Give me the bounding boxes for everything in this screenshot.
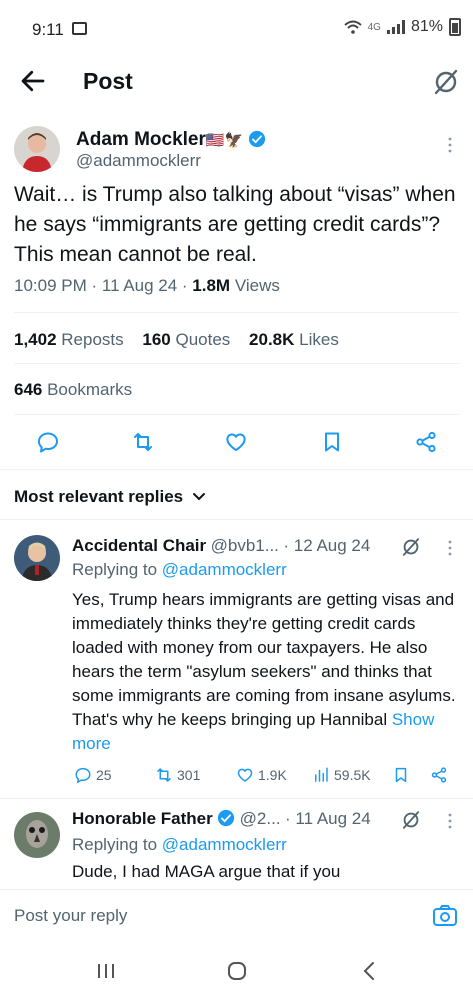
network-label: 4G <box>367 21 381 33</box>
reply-icon[interactable] <box>36 430 60 454</box>
gallery-notification-icon <box>72 22 87 35</box>
likes-stat[interactable]: 20.8K Likes <box>249 330 339 349</box>
reply-views-stat[interactable]: 59.5K <box>312 766 371 784</box>
grok-icon[interactable] <box>401 810 421 830</box>
post-time: 10:09 PM · 11 Aug 24 · <box>14 276 193 295</box>
reply-author-handle[interactable]: @2... <box>240 809 281 828</box>
author-flags: 🇺🇸🦅 <box>205 132 244 149</box>
home-icon[interactable] <box>227 961 247 981</box>
quotes-stat[interactable]: 160 Quotes <box>142 330 230 349</box>
back-nav-icon[interactable] <box>362 961 376 981</box>
bookmarks-stat[interactable]: 646 Bookmarks <box>14 380 132 400</box>
signal-icon <box>386 20 405 34</box>
status-right: 4G 81% <box>343 18 461 36</box>
reply-replies-count: 25 <box>96 767 112 783</box>
reply-author-handle[interactable]: @bvb1... <box>211 536 279 555</box>
replying-to-prefix: Replying to <box>72 560 162 579</box>
reply-likes-stat[interactable]: 1.9K <box>236 766 287 784</box>
more-icon[interactable] <box>445 813 455 829</box>
reply-text: Yes, Trump hears immigrants are getting … <box>72 588 462 756</box>
post-views-count: 1.8M <box>192 276 231 295</box>
more-icon[interactable] <box>445 540 455 556</box>
more-icon[interactable] <box>445 137 455 153</box>
camera-icon[interactable] <box>432 904 458 928</box>
reply-item[interactable]: Honorable Father @2... · 11 Aug 24 Reply… <box>0 799 473 888</box>
replies-sort-label: Most relevant replies <box>14 487 184 506</box>
post-views-label: Views <box>230 276 280 295</box>
back-arrow-icon[interactable] <box>18 66 48 96</box>
reply-icon <box>75 767 91 784</box>
repost-icon[interactable] <box>131 430 155 454</box>
system-nav-bar <box>0 944 473 1000</box>
reply-likes-count: 1.9K <box>258 767 287 783</box>
reply-item[interactable]: Accidental Chair @bvb1... · 12 Aug 24 Re… <box>0 520 473 798</box>
reply-views-count: 59.5K <box>334 767 371 783</box>
bookmarks-count: 646 <box>14 380 43 399</box>
reply-context: Replying to @adammocklerr <box>72 560 287 580</box>
replying-to-handle[interactable]: @adammocklerr <box>162 560 287 579</box>
bookmarks-label: Bookmarks <box>42 380 133 399</box>
author-handle[interactable]: @adammocklerr <box>76 151 201 171</box>
reply-date: · 11 Aug 24 <box>285 809 371 828</box>
quotes-label: Quotes <box>170 330 231 349</box>
post-action-bar <box>0 418 473 466</box>
replying-to-handle[interactable]: @adammocklerr <box>162 835 287 854</box>
divider <box>14 363 459 364</box>
reply-reposts-count: 301 <box>177 767 201 783</box>
post-text: Wait… is Trump also talking about “visas… <box>14 183 456 266</box>
reply-replies-stat[interactable]: 25 <box>74 766 112 784</box>
verified-badge-icon <box>248 130 265 148</box>
reply-text: Dude, I had MAGA argue that if you <box>72 862 341 881</box>
reply-text-body: Yes, Trump hears immigrants are getting … <box>72 590 456 729</box>
replying-to-prefix: Replying to <box>72 835 162 854</box>
battery-percent: 81% <box>410 18 443 35</box>
reply-composer[interactable]: Post your reply <box>0 889 473 942</box>
wifi-icon <box>343 20 362 34</box>
author-avatar[interactable] <box>14 126 60 172</box>
share-icon[interactable] <box>414 430 438 454</box>
chevron-down-icon <box>192 493 205 501</box>
reply-input-placeholder[interactable]: Post your reply <box>14 906 127 926</box>
bookmark-icon[interactable] <box>392 766 410 784</box>
replies-sort-dropdown[interactable]: Most relevant replies <box>14 487 206 507</box>
recent-apps-icon[interactable] <box>96 962 116 980</box>
share-icon[interactable] <box>430 766 448 784</box>
status-time: 9:11 <box>32 20 64 39</box>
reposts-label: Reposts <box>56 330 124 349</box>
verified-badge-icon <box>218 809 235 827</box>
status-bar: 9:11 4G 81% <box>0 0 473 58</box>
repost-icon <box>157 768 171 782</box>
divider <box>14 414 459 415</box>
like-icon <box>237 768 253 782</box>
reply-avatar[interactable] <box>14 812 60 858</box>
reply-author-name[interactable]: Honorable Father <box>72 809 213 828</box>
battery-icon <box>449 18 461 36</box>
grok-icon[interactable] <box>432 68 460 96</box>
reply-author-name[interactable]: Accidental Chair <box>72 536 206 555</box>
quotes-count: 160 <box>142 330 171 349</box>
reposts-count: 1,402 <box>14 330 57 349</box>
views-icon <box>315 767 328 782</box>
reposts-stat[interactable]: 1,402 Reposts <box>14 330 124 349</box>
divider <box>14 312 459 313</box>
reply-context: Replying to @adammocklerr <box>72 835 287 855</box>
post-stats: 1,402 Reposts 160 Quotes 20.8K Likes <box>14 330 339 350</box>
author-name[interactable]: Adam Mockler <box>76 129 206 150</box>
top-app-bar: Post <box>0 58 473 110</box>
bookmark-icon[interactable] <box>320 430 344 454</box>
like-icon[interactable] <box>224 430 248 454</box>
divider <box>0 469 473 470</box>
author-name-row[interactable]: Adam Mockler🇺🇸🦅 <box>76 129 266 151</box>
post-meta: 10:09 PM · 11 Aug 24 · 1.8M Views <box>14 276 280 296</box>
reply-reposts-stat[interactable]: 301 <box>155 766 200 784</box>
likes-label: Likes <box>294 330 339 349</box>
grok-icon[interactable] <box>401 537 421 557</box>
likes-count: 20.8K <box>249 330 295 349</box>
reply-date: · 12 Aug 24 <box>283 536 371 555</box>
reply-avatar[interactable] <box>14 535 60 581</box>
page-title: Post <box>83 68 133 94</box>
